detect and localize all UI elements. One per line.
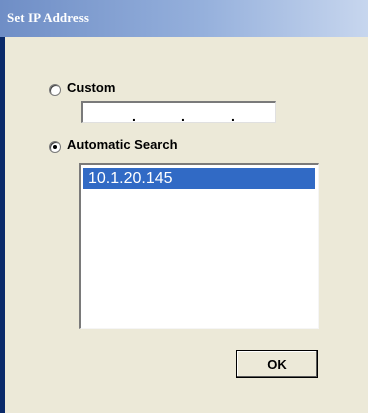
list-item[interactable]: 10.1.20.145 (83, 168, 315, 189)
ip-results-list[interactable]: 10.1.20.145 (79, 163, 319, 329)
custom-ip-input[interactable]: . . . (81, 101, 276, 124)
custom-radio[interactable] (49, 84, 61, 96)
window-outer-margin (368, 0, 375, 413)
window-left-border (0, 37, 5, 413)
ok-button[interactable]: OK (236, 350, 318, 378)
set-ip-dialog: Set IP Address Custom . . . Automatic Se… (0, 0, 369, 413)
title-bar[interactable]: Set IP Address (0, 0, 368, 37)
ip-separator-3: . (231, 108, 235, 124)
ip-separator-2: . (181, 108, 185, 124)
ip-separator-1: . (132, 108, 136, 124)
automatic-search-label[interactable]: Automatic Search (67, 137, 178, 152)
radio-selected-dot (53, 145, 57, 149)
custom-label[interactable]: Custom (67, 80, 115, 95)
automatic-search-radio[interactable] (49, 141, 61, 153)
window-title: Set IP Address (7, 10, 90, 25)
list-item-address: 10.1.20.145 (88, 170, 173, 187)
